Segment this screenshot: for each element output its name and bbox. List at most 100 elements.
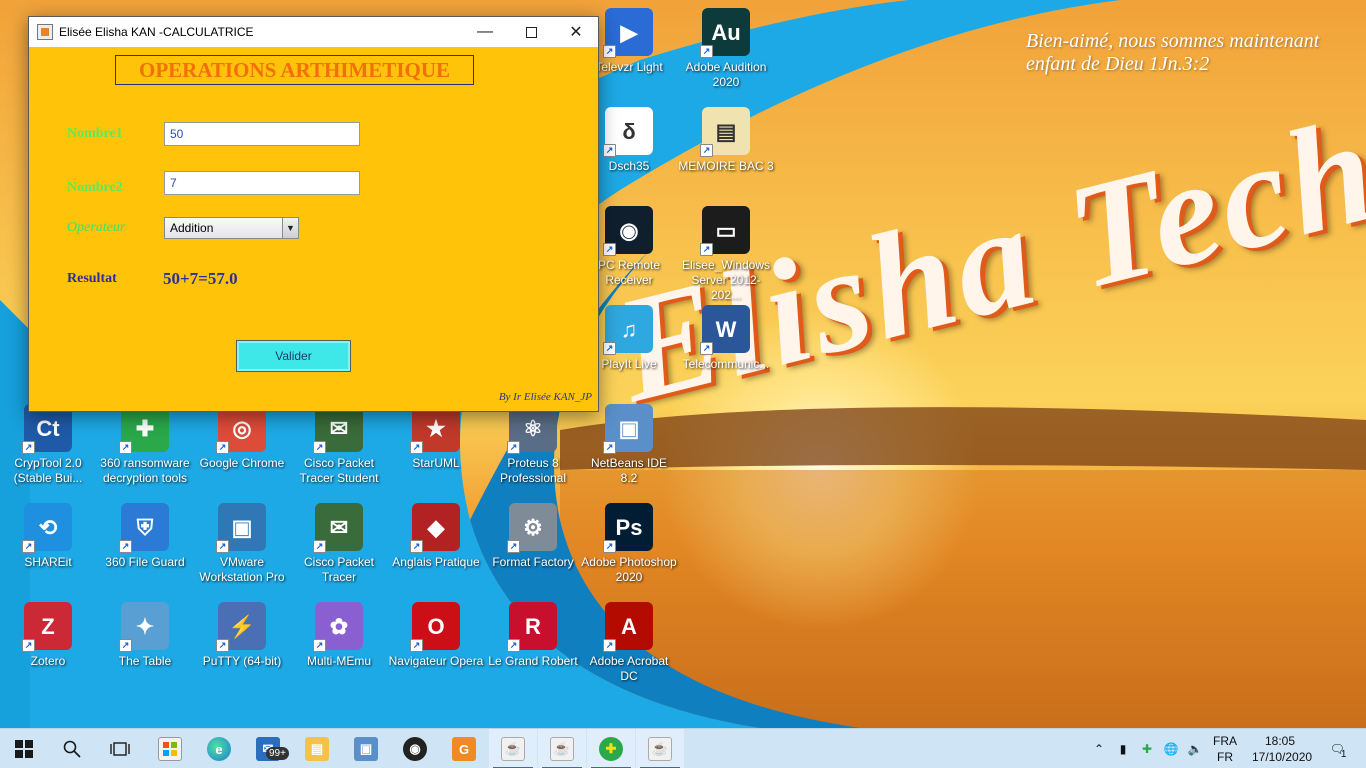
shortcut-arrow-icon: ↗	[700, 243, 713, 256]
shortcut-arrow-icon: ↗	[22, 441, 35, 454]
calculator-form: OPERATIONS ARTHIMETIQUE Nombre1 50 Nombr…	[29, 47, 598, 411]
close-button[interactable]: ✕	[553, 17, 599, 47]
desktop-shortcut[interactable]: ⚛ ↗ Proteus 8 Professional	[485, 404, 581, 486]
clock-time: 18:05	[1264, 734, 1296, 748]
tray-volume[interactable]: 🔈	[1184, 729, 1206, 768]
desktop-shortcut[interactable]: ⛨ ↗ 360 File Guard	[97, 503, 193, 570]
desktop-shortcut[interactable]: ✿ ↗ Multi-MEmu	[291, 602, 387, 669]
taskbar-java-2[interactable]: ☕	[538, 729, 586, 768]
title-bar[interactable]: Elisée Elisha KAN -CALCULATRICE — ✕	[29, 17, 598, 47]
desktop-shortcut[interactable]: ⚙ ↗ Format Factory	[485, 503, 581, 570]
clock-date: 17/10/2020	[1252, 750, 1313, 764]
author-credit: By Ir Elisée KAN_JP	[498, 391, 592, 403]
task-view-button[interactable]	[96, 729, 144, 768]
taskbar-pdf[interactable]: G	[440, 729, 488, 768]
taskbar-microsoft-store[interactable]	[146, 729, 194, 768]
desktop-shortcut[interactable]: Ct ↗ CrypTool 2.0 (Stable Bui...	[0, 404, 96, 486]
page-title: OPERATIONS ARTHIMETIQUE	[115, 55, 474, 85]
microsoft-store-icon	[158, 737, 182, 761]
minimize-button[interactable]: —	[462, 17, 508, 47]
desktop-shortcut-label: Anglais Pratique	[392, 555, 480, 569]
adobe-photoshop-icon: Ps ↗	[603, 503, 653, 553]
desktop-shortcut[interactable]: ◆ ↗ Anglais Pratique	[388, 503, 484, 570]
taskbar-mail[interactable]: ✉ 99+	[244, 729, 292, 768]
desktop-shortcut[interactable]: ⟲ ↗ SHAREit	[0, 503, 96, 570]
operateur-selected-value: Addition	[170, 221, 214, 235]
desktop-shortcut[interactable]: W ↗ Telecommunic...	[678, 305, 774, 372]
battery-icon: ▮	[1119, 742, 1127, 756]
desktop-shortcut-label: Navigateur Opera	[388, 654, 484, 668]
taskbar-java-1[interactable]: ☕	[489, 729, 537, 768]
chevron-up-icon: ⌃	[1093, 742, 1105, 756]
windows-start-icon	[15, 740, 33, 758]
desktop-shortcut[interactable]: ✉ ↗ Cisco Packet Tracer Student	[291, 404, 387, 486]
taskbar-edge[interactable]: e	[195, 729, 243, 768]
desktop-shortcut-label: Adobe Photoshop 2020	[581, 555, 677, 584]
desktop-shortcut[interactable]: ▣ ↗ NetBeans IDE 8.2	[581, 404, 677, 486]
taskbar-java-3[interactable]: ☕	[636, 729, 684, 768]
shortcut-arrow-icon: ↗	[700, 45, 713, 58]
start-button[interactable]	[0, 729, 48, 768]
java-app-icon	[37, 24, 53, 40]
desktop-shortcut-label: Cisco Packet Tracer Student	[299, 456, 379, 485]
desktop-shortcut-label: SHAREit	[24, 555, 72, 569]
desktop-shortcut[interactable]: Ps ↗ Adobe Photoshop 2020	[581, 503, 677, 585]
shortcut-arrow-icon: ↗	[507, 441, 520, 454]
shortcut-arrow-icon: ↗	[216, 639, 229, 652]
shortcut-arrow-icon: ↗	[603, 441, 616, 454]
360-file-guard-icon: ⛨ ↗	[119, 503, 169, 553]
desktop-shortcut[interactable]: ✉ ↗ Cisco Packet Tracer	[291, 503, 387, 585]
tray-battery[interactable]: ▮	[1112, 729, 1134, 768]
the-table-icon: ✦ ↗	[119, 602, 169, 652]
desktop-shortcut[interactable]: ▤ ↗ MEMOIRE BAC 3	[678, 107, 774, 174]
le-grand-robert-icon: R ↗	[507, 602, 557, 652]
virtualbox-icon: ▣	[354, 737, 378, 761]
shortcut-arrow-icon: ↗	[603, 144, 616, 157]
tray-360[interactable]: ✚	[1136, 729, 1158, 768]
desktop-shortcut[interactable]: ▭ ↗ Elisee_Windows Server 2012-202...	[678, 206, 774, 303]
desktop-shortcut[interactable]: ✦ ↗ The Table	[97, 602, 193, 669]
taskbar-virtualbox[interactable]: ▣	[342, 729, 390, 768]
calculator-window: Elisée Elisha KAN -CALCULATRICE — ✕ OPER…	[28, 16, 599, 412]
maximize-button[interactable]	[508, 17, 554, 47]
record-icon: ◉	[403, 737, 427, 761]
desktop-shortcut[interactable]: ✚ ↗ 360 ransomware decryption tools	[97, 404, 193, 486]
taskbar: e ✉ 99+ ▤ ▣ ◉ G ☕ ☕ ✚ ☕ ⌃ ▮ ✚ 🌐 🔈 FRA	[0, 728, 1366, 768]
desktop-shortcut-label: VMware Workstation Pro	[199, 555, 285, 584]
desktop-shortcut-label: Zotero	[30, 654, 66, 668]
desktop-shortcut[interactable]: ⚡ ↗ PuTTY (64-bit)	[194, 602, 290, 669]
show-hidden-icons-button[interactable]: ⌃	[1088, 729, 1110, 768]
desktop-shortcut[interactable]: R ↗ Le Grand Robert	[485, 602, 581, 669]
tray-network[interactable]: 🌐	[1160, 729, 1182, 768]
desktop-shortcut[interactable]: ★ ↗ StarUML	[388, 404, 484, 471]
desktop-shortcut[interactable]: Z ↗ Zotero	[0, 602, 96, 669]
shortcut-arrow-icon: ↗	[603, 540, 616, 553]
desktop-shortcut[interactable]: A ↗ Adobe Acrobat DC	[581, 602, 677, 684]
dropdown-arrow-icon[interactable]: ▼	[282, 218, 298, 238]
clock[interactable]: 18:05 17/10/2020	[1252, 733, 1313, 765]
taskbar-360[interactable]: ✚	[587, 729, 635, 768]
shortcut-arrow-icon: ↗	[22, 540, 35, 553]
operateur-select[interactable]: Addition ▼	[164, 217, 299, 239]
desktop-shortcut-label: Proteus 8 Professional	[499, 456, 567, 485]
valider-button[interactable]: Valider	[236, 340, 351, 372]
nombre1-input[interactable]: 50	[164, 122, 360, 146]
desktop-shortcut[interactable]: Au ↗ Adobe Audition 2020	[678, 8, 774, 90]
action-center-button[interactable]: 🗨 1	[1320, 729, 1356, 768]
taskbar-media[interactable]: ◉	[391, 729, 439, 768]
resultat-label: Resultat	[67, 271, 117, 286]
taskbar-file-explorer[interactable]: ▤	[293, 729, 341, 768]
desktop-shortcut-label: Elisee_Windows Server 2012-202...	[681, 258, 771, 302]
desktop-shortcut-label: MEMOIRE BAC 3	[678, 159, 774, 173]
desktop-shortcut[interactable]: O ↗ Navigateur Opera	[388, 602, 484, 669]
mail-badge: 99+	[266, 747, 289, 760]
shortcut-arrow-icon: ↗	[119, 540, 132, 553]
edge-icon: e	[207, 737, 231, 761]
shortcut-arrow-icon: ↗	[216, 441, 229, 454]
language-indicator[interactable]: FRA FR	[1208, 733, 1242, 765]
nombre2-input[interactable]: 7	[164, 171, 360, 195]
desktop-shortcut[interactable]: ◎ ↗ Google Chrome	[194, 404, 290, 471]
globe-icon: 🌐	[1163, 742, 1179, 756]
search-button[interactable]	[48, 729, 96, 768]
desktop-shortcut[interactable]: ▣ ↗ VMware Workstation Pro	[194, 503, 290, 585]
